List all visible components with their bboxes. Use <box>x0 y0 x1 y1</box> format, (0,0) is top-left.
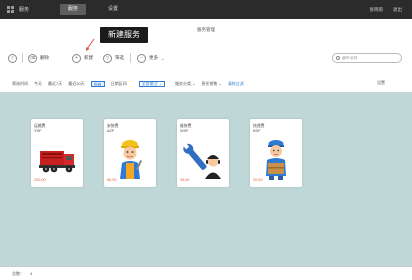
chevron-down-icon: ⌄ <box>161 55 165 61</box>
filter-time-label: 筛选时间 <box>12 80 28 86</box>
category-dropdown-label: 服务分类 <box>175 80 192 86</box>
filter-icon: ▽ <box>103 53 112 63</box>
delete-label: 删除 <box>40 55 49 60</box>
filter-last30[interactable]: 最近30天 <box>68 81 84 87</box>
filter-all[interactable]: 所有 <box>90 80 105 87</box>
search-icon <box>336 56 340 60</box>
status-dropdown[interactable]: 全部激活 ⌄ <box>138 80 166 87</box>
service-price: 50.00 <box>107 178 117 182</box>
person-dropdown[interactable]: 责任销售 ⌄ <box>201 81 221 87</box>
toolbar: ≡ ⌫ 删除 + 新建 ▽ 筛选 ··· 更多 ⌄ <box>8 51 164 65</box>
settings-link[interactable]: 设置 <box>377 80 385 86</box>
truck-icon <box>39 151 75 173</box>
service-price: 20.00 <box>253 178 263 182</box>
chevron-down-icon: ⌄ <box>158 80 163 86</box>
collapse-icon[interactable]: ≡ <box>8 53 17 63</box>
new-label: 新建 <box>84 55 93 60</box>
chevron-down-icon: ⌄ <box>218 81 222 86</box>
service-price: 200.00 <box>34 178 46 182</box>
service-card[interactable]: 维修费 WXF 25.00 <box>177 119 229 187</box>
service-price: 25.00 <box>180 178 190 182</box>
status-dropdown-label: 全部激活 <box>141 80 158 86</box>
repair-icon <box>182 142 221 179</box>
user-name[interactable]: 张晓雨 <box>370 7 384 13</box>
tab-services[interactable]: 服务 <box>60 4 86 15</box>
filter-last7[interactable]: 最近7天 <box>48 81 62 87</box>
person-dropdown-label: 责任销售 <box>201 80 218 86</box>
apps-grid-icon[interactable] <box>7 6 14 13</box>
service-code: AZF <box>107 129 115 133</box>
delete-icon: ⌫ <box>28 53 37 63</box>
filter-button[interactable]: ▽ 筛选 <box>103 53 124 63</box>
service-card[interactable]: 快递费 KDF 20.00 <box>250 119 302 187</box>
service-card[interactable]: 安装费 AZF 50.00 <box>104 119 156 187</box>
category-dropdown[interactable]: 服务分类 ⌄ <box>175 81 195 87</box>
chevron-down-icon: ⌄ <box>192 81 196 86</box>
worker-icon <box>120 140 143 179</box>
more-label: 更多 <box>149 55 158 60</box>
search-input[interactable] <box>341 56 401 60</box>
page-title: 服务管理 <box>197 27 215 32</box>
service-code: KDF <box>253 129 261 133</box>
service-code: WXF <box>180 129 189 133</box>
logout-link[interactable]: 退出 <box>393 7 402 13</box>
new-service-callout: 新建服务 <box>100 27 148 43</box>
service-code: YSF <box>34 129 42 133</box>
top-bar: 服务 服务 设置 张晓雨 退出 <box>0 0 412 19</box>
filter-label: 筛选 <box>115 55 124 60</box>
courier-icon <box>266 140 286 180</box>
filter-date-range[interactable]: 日期区间 <box>111 81 127 87</box>
total-label: 总数： <box>12 270 24 276</box>
service-card-grid: 运输费 YSF 200.00 安装费 AZF 50.00 维修费 WXF 25.… <box>0 92 412 266</box>
total-count: 4 <box>30 271 33 276</box>
tab-settings[interactable]: 设置 <box>100 4 126 15</box>
filter-today[interactable]: 今天 <box>34 81 42 87</box>
plus-icon: + <box>72 53 81 63</box>
filter-row: 筛选时间 今天 最近7天 最近30天 所有 日期区间 全部激活 ⌄ 服务分类 ⌄… <box>12 79 250 88</box>
toolbar-divider-2 <box>130 53 131 63</box>
app-title: 服务 <box>19 7 30 13</box>
delete-button[interactable]: ⌫ 删除 <box>28 53 49 63</box>
clear-filters-link[interactable]: 清除过滤 <box>228 81 244 87</box>
service-card[interactable]: 运输费 YSF 200.00 <box>31 119 83 187</box>
footer: 总数： 4 <box>0 266 412 280</box>
more-icon: ··· <box>137 53 146 63</box>
toolbar-divider <box>22 53 23 63</box>
new-button[interactable]: + 新建 <box>72 53 93 63</box>
more-button[interactable]: ··· 更多 ⌄ <box>137 53 165 63</box>
search-box[interactable] <box>332 53 402 63</box>
callout-arrow-icon <box>86 38 95 51</box>
